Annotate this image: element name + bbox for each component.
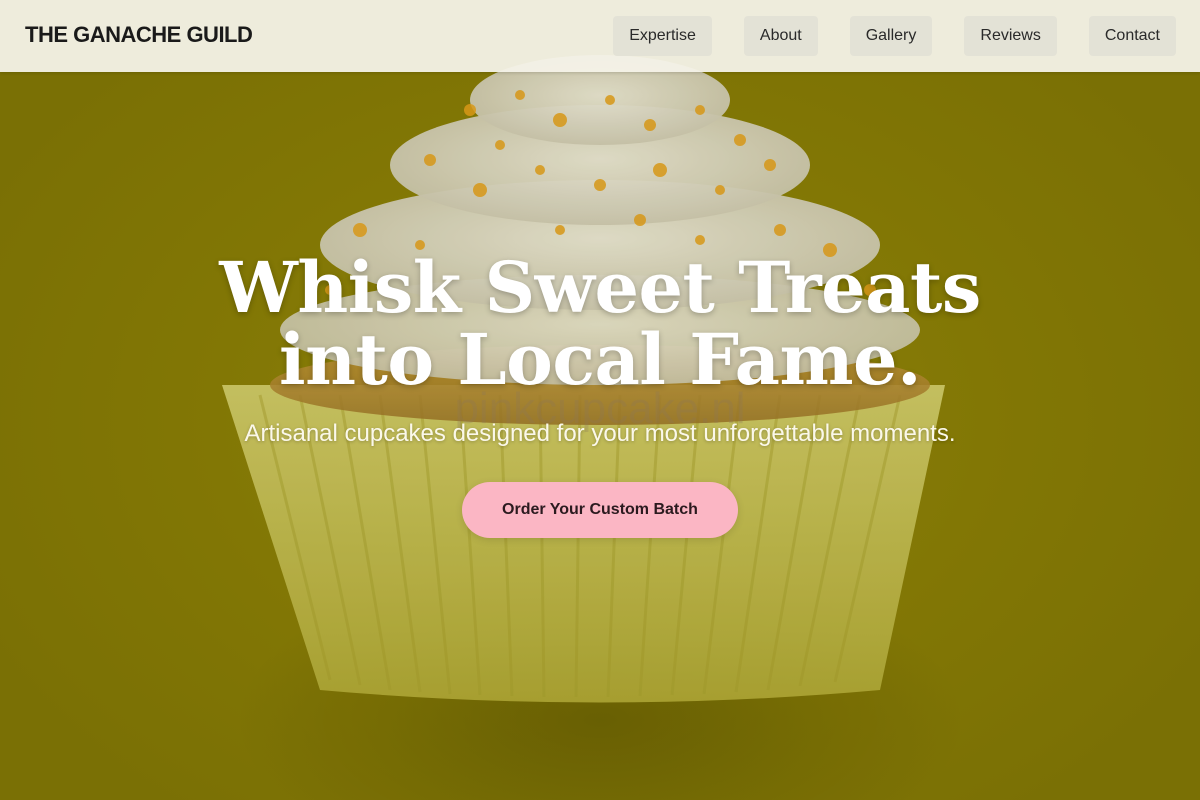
nav-about[interactable]: About	[743, 16, 818, 56]
brand-logo[interactable]: THE GANACHE GUILD	[25, 22, 253, 48]
nav-reviews[interactable]: Reviews	[964, 16, 1057, 56]
hero-section: Whisk Sweet Treats into Local Fame. Arti…	[0, 252, 1200, 538]
hero-subheadline: Artisanal cupcakes designed for your mos…	[244, 420, 956, 447]
hero-headline-line-2: into Local Fame.	[279, 318, 921, 401]
page: THE GANACHE GUILD Expertise About Galler…	[0, 0, 1200, 800]
order-custom-batch-button[interactable]: Order Your Custom Batch	[462, 482, 738, 538]
site-header: THE GANACHE GUILD Expertise About Galler…	[0, 0, 1200, 72]
nav-gallery[interactable]: Gallery	[849, 16, 933, 56]
nav-expertise[interactable]: Expertise	[613, 16, 712, 56]
main-nav: Expertise About Gallery Reviews Contact	[613, 16, 1176, 56]
hero-headline: Whisk Sweet Treats into Local Fame.	[0, 252, 1200, 396]
hero-headline-line-1: Whisk Sweet Treats	[219, 246, 981, 329]
nav-contact[interactable]: Contact	[1088, 16, 1176, 56]
